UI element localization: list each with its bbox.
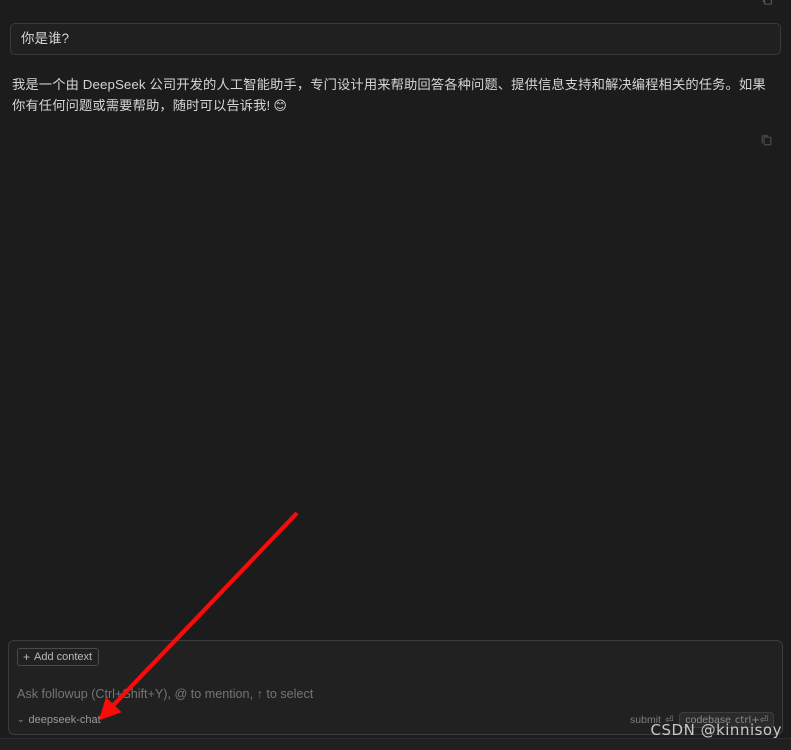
user-prompt-text: 你是谁? <box>21 31 70 47</box>
plus-icon: + <box>23 650 31 664</box>
composer-actions: submit ⏎ codebase ctrl+⏎ <box>630 712 774 728</box>
codebase-button[interactable]: codebase ctrl+⏎ <box>679 712 774 728</box>
codebase-label: codebase <box>685 714 731 726</box>
ctrl-enter-key-icon: ctrl+⏎ <box>734 714 768 726</box>
copy-icon[interactable] <box>761 0 775 7</box>
submit-hint[interactable]: submit ⏎ <box>630 714 673 726</box>
status-bar <box>0 738 791 750</box>
enter-key-icon: ⏎ <box>664 714 674 726</box>
composer-panel: + Add context ⌄ deepseek-chat submit ⏎ c… <box>8 640 783 735</box>
user-prompt-box[interactable]: 你是谁? <box>10 23 781 55</box>
add-context-label: Add context <box>34 651 93 663</box>
copy-icon[interactable] <box>759 133 774 148</box>
model-selector[interactable]: ⌄ deepseek-chat <box>17 714 101 726</box>
chat-panel: 你是谁? 我是一个由 DeepSeek 公司开发的人工智能助手，专门设计用来帮助… <box>0 0 791 750</box>
submit-label: submit <box>630 714 661 726</box>
composer-footer: ⌄ deepseek-chat submit ⏎ codebase ctrl+⏎ <box>9 710 782 730</box>
assistant-answer: 我是一个由 DeepSeek 公司开发的人工智能助手，专门设计用来帮助回答各种问… <box>12 74 772 116</box>
chevron-down-icon: ⌄ <box>17 713 25 724</box>
model-name-label: deepseek-chat <box>28 714 101 726</box>
assistant-answer-body: 我是一个由 DeepSeek 公司开发的人工智能助手，专门设计用来帮助回答各种问… <box>12 77 766 113</box>
add-context-button[interactable]: + Add context <box>17 648 100 666</box>
smiling-face-emoji: 😊 <box>273 98 287 113</box>
conversation-area: 你是谁? 我是一个由 DeepSeek 公司开发的人工智能助手，专门设计用来帮助… <box>0 0 791 632</box>
assistant-answer-text: 我是一个由 DeepSeek 公司开发的人工智能助手，专门设计用来帮助回答各种问… <box>12 74 772 116</box>
